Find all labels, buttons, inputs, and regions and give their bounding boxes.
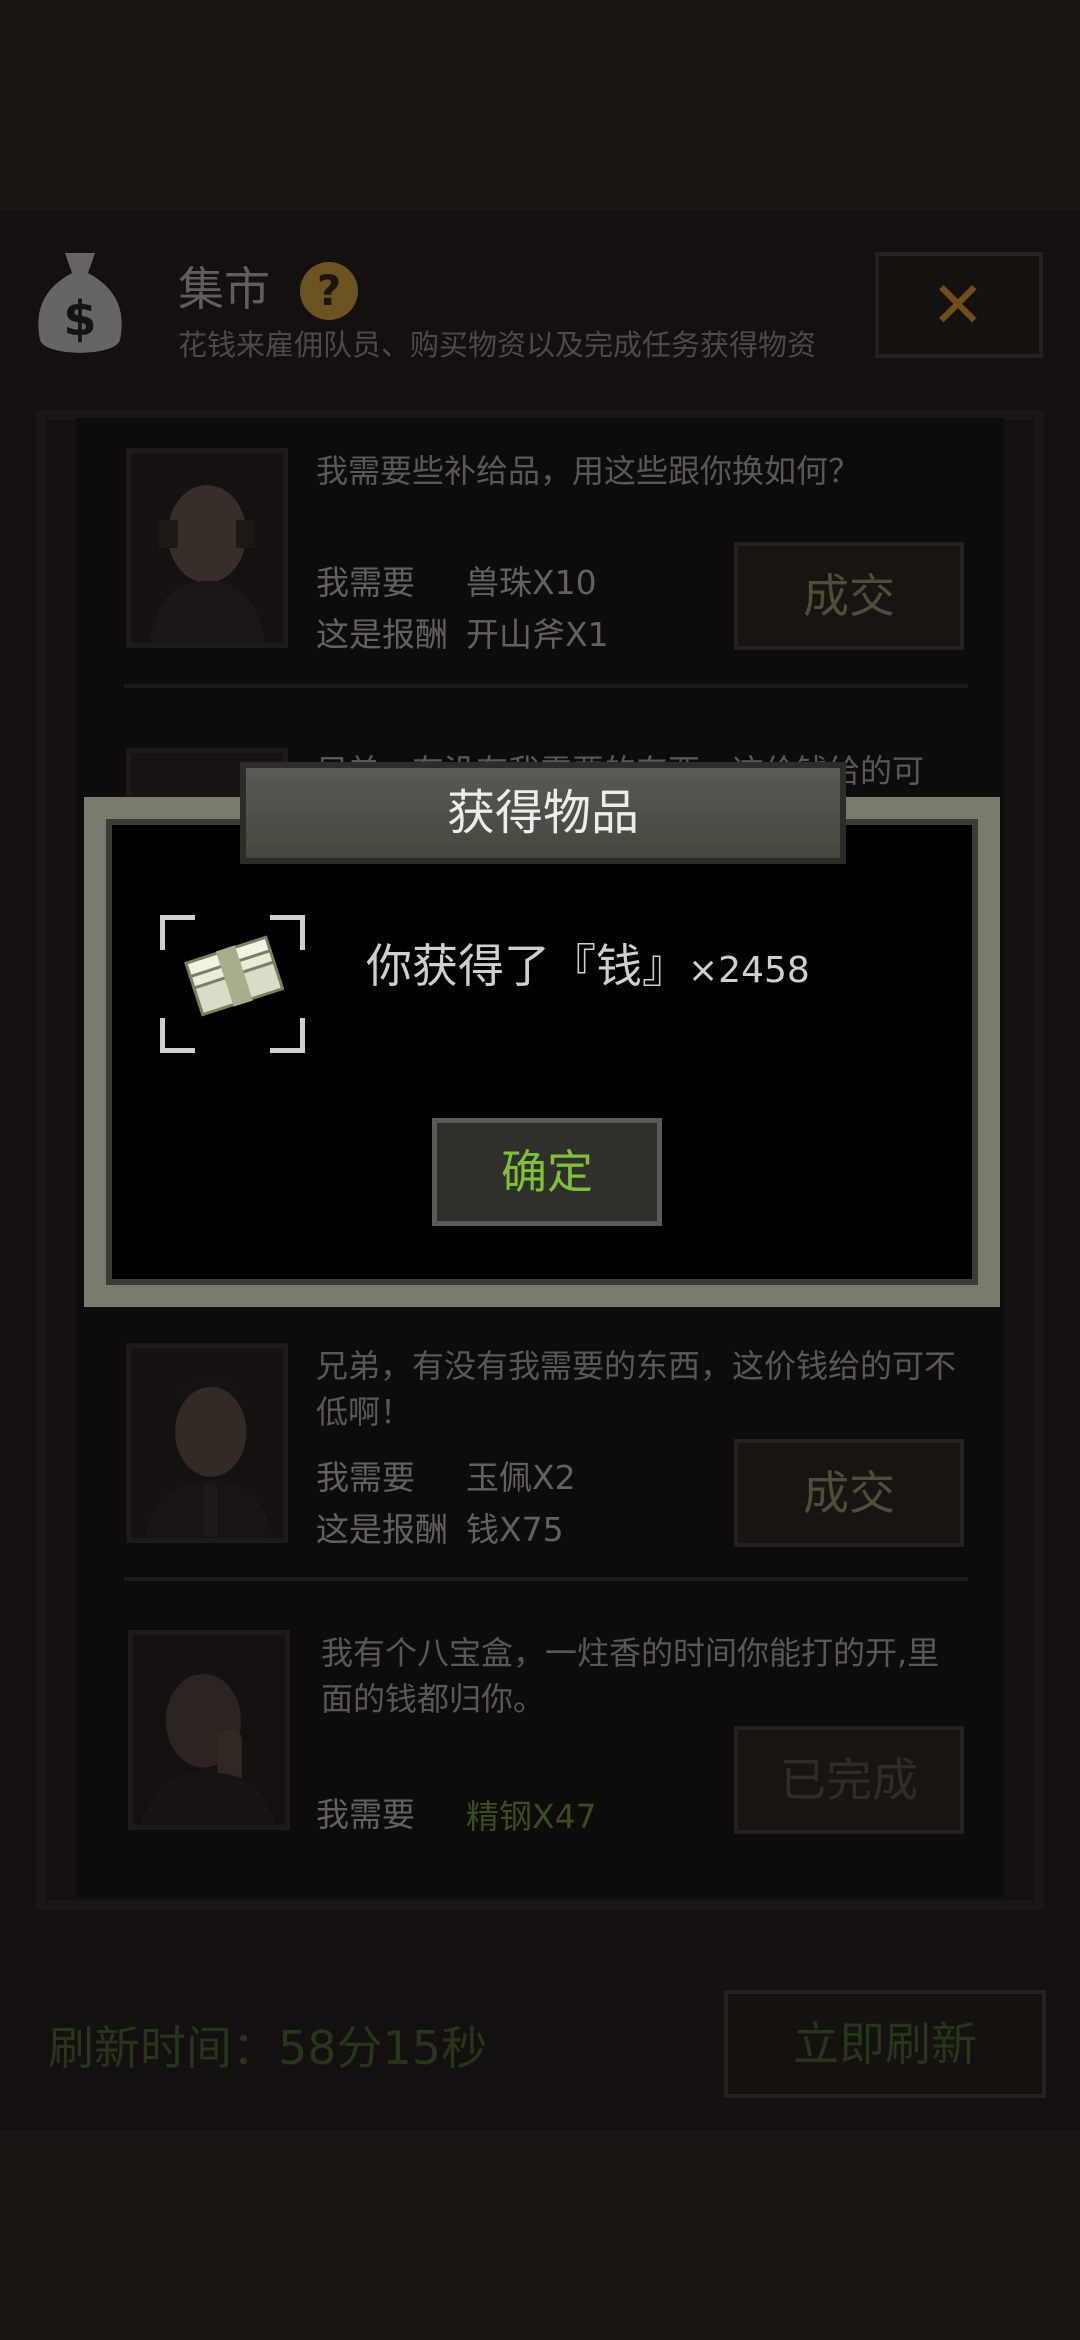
reward-value: 开山斧X1	[466, 615, 609, 654]
money-bag-icon: $	[38, 253, 122, 353]
need-label: 我需要	[316, 1795, 415, 1834]
help-icon[interactable]: ?	[300, 262, 358, 320]
trade-quote: 我有个八宝盒，一炷香的时间你能打的开,里面的钱都归你。	[321, 1634, 940, 1718]
npc-portrait	[126, 1343, 288, 1543]
trade-quote: 兄弟，有没有我需要的东西，这价钱给的可不低啊！	[316, 1347, 957, 1431]
reward-value: 钱X75	[466, 1510, 564, 1549]
need-value: 兽珠X10	[466, 563, 597, 602]
completed-button[interactable]: 已完成	[734, 1726, 964, 1834]
svg-text:$: $	[63, 291, 96, 347]
trade-item: 我有个八宝盒，一炷香的时间你能打的开,里面的钱都归你。 我需要 精钢X47 已完…	[76, 1630, 1004, 1920]
need-label: 我需要	[316, 1458, 415, 1497]
obtained-text: 你获得了『钱』	[366, 939, 688, 993]
need-label: 我需要	[316, 563, 415, 602]
obtained-quantity: ×2458	[688, 950, 810, 991]
trade-item: 兄弟，有没有我需要的东西，这价钱给的可不低啊！ 我需要 玉佩X2 这是报酬 钱X…	[76, 1343, 1004, 1633]
npc-portrait	[128, 1630, 290, 1830]
need-value: 精钢X47	[466, 1797, 597, 1836]
trade-quote: 我需要些补给品，用这些跟你换如何？	[316, 452, 861, 490]
modal-title: 获得物品	[240, 762, 846, 864]
npc-portrait	[126, 448, 288, 648]
reward-label: 这是报酬	[316, 1510, 448, 1549]
confirm-button[interactable]: 确定	[432, 1118, 662, 1226]
deal-button[interactable]: 成交	[734, 542, 964, 650]
refresh-now-button[interactable]: 立即刷新	[724, 1990, 1046, 2098]
market-subtitle: 花钱来雇佣队员、购买物资以及完成任务获得物资	[178, 328, 817, 362]
refresh-time: 刷新时间：58分15秒	[48, 2021, 488, 2075]
deal-button[interactable]: 成交	[734, 1439, 964, 1547]
close-icon: ✕	[931, 269, 985, 343]
reward-label: 这是报酬	[316, 615, 448, 654]
close-button[interactable]: ✕	[875, 252, 1043, 358]
need-value: 玉佩X2	[466, 1458, 576, 1497]
obtained-message: 你获得了『钱』×2458	[366, 930, 810, 996]
money-stack-icon	[184, 935, 284, 1017]
trade-item: 我需要些补给品，用这些跟你换如何？ 我需要 兽珠X10 这是报酬 开山斧X1 成…	[76, 448, 1004, 738]
divider	[124, 684, 968, 688]
divider	[124, 1577, 968, 1581]
market-title: 集市	[178, 262, 270, 316]
